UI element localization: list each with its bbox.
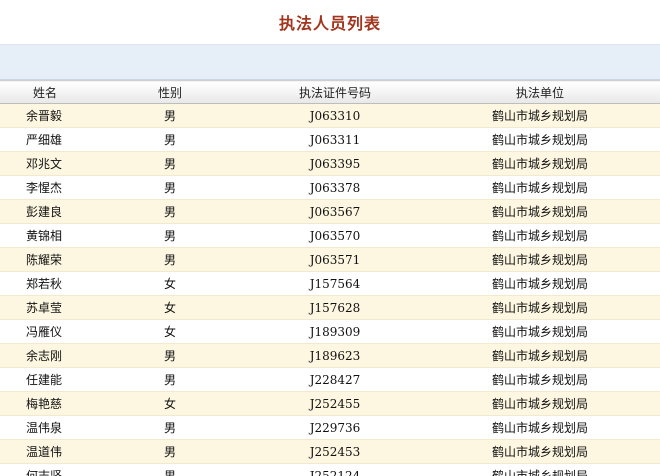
cell-unit: 鹤山市城乡规划局	[420, 199, 660, 224]
toolbar-strip	[0, 45, 660, 80]
cell-cert-number: J157564	[250, 271, 420, 296]
cell-gender: 女	[90, 295, 250, 320]
column-header-unit[interactable]: 执法单位	[420, 80, 660, 104]
cell-unit: 鹤山市城乡规划局	[420, 463, 660, 476]
cell-unit: 鹤山市城乡规划局	[420, 127, 660, 152]
page-title: 执法人员列表	[278, 14, 381, 33]
cell-name: 邓兆文	[0, 151, 90, 176]
cell-unit: 鹤山市城乡规划局	[420, 343, 660, 368]
cell-cert-number: J252453	[250, 439, 420, 464]
cell-cert-number: J189309	[250, 319, 420, 344]
cell-name: 严细雄	[0, 127, 90, 152]
cell-gender: 男	[90, 367, 250, 392]
cell-name: 任建能	[0, 367, 90, 392]
cell-name: 郑若秋	[0, 271, 90, 296]
table-row[interactable]: 余晋毅男 J063310 鹤山市城乡规划局	[0, 103, 660, 128]
cell-gender: 男	[90, 151, 250, 176]
cell-cert-number: J063378	[250, 175, 420, 200]
cell-cert-number: J063570	[250, 223, 420, 248]
cell-unit: 鹤山市城乡规划局	[420, 319, 660, 344]
cell-name: 陈耀荣	[0, 247, 90, 272]
cell-cert-number: J189623	[250, 343, 420, 368]
cell-name: 余志刚	[0, 343, 90, 368]
cell-cert-number: J063571	[250, 247, 420, 272]
cell-unit: 鹤山市城乡规划局	[420, 223, 660, 248]
table-row[interactable]: 李惺杰男 J063378 鹤山市城乡规划局	[0, 175, 660, 200]
cell-cert-number: J157628	[250, 295, 420, 320]
title-bar: 执法人员列表	[0, 0, 660, 45]
page: 执法人员列表 姓名 性别 执法证件号码 执法单位 余晋毅男 J063310 鹤山市城…	[0, 0, 660, 476]
cell-cert-number: J228427	[250, 367, 420, 392]
cell-cert-number: J229736	[250, 415, 420, 440]
cell-name: 余晋毅	[0, 103, 90, 128]
table-row[interactable]: 苏卓莹女 J157628 鹤山市城乡规划局	[0, 295, 660, 320]
table-row[interactable]: 黄锦相男 J063570 鹤山市城乡规划局	[0, 223, 660, 248]
column-header-gender[interactable]: 性别	[90, 80, 250, 104]
cell-unit: 鹤山市城乡规划局	[420, 151, 660, 176]
cell-name: 苏卓莹	[0, 295, 90, 320]
cell-name: 何志坚	[0, 463, 90, 476]
table-row[interactable]: 邓兆文男 J063395 鹤山市城乡规划局	[0, 151, 660, 176]
cell-unit: 鹤山市城乡规划局	[420, 391, 660, 416]
cell-name: 温伟泉	[0, 415, 90, 440]
cell-cert-number: J252455	[250, 391, 420, 416]
cell-unit: 鹤山市城乡规划局	[420, 439, 660, 464]
table-row[interactable]: 余志刚男 J189623 鹤山市城乡规划局	[0, 343, 660, 368]
cell-unit: 鹤山市城乡规划局	[420, 367, 660, 392]
cell-name: 黄锦相	[0, 223, 90, 248]
cell-cert-number: J063311	[250, 127, 420, 152]
cell-cert-number: J252124	[250, 463, 420, 476]
cell-gender: 女	[90, 391, 250, 416]
cell-cert-number: J063567	[250, 199, 420, 224]
table-row[interactable]: 梅艳慈女 J252455 鹤山市城乡规划局	[0, 391, 660, 416]
cell-unit: 鹤山市城乡规划局	[420, 271, 660, 296]
cell-gender: 男	[90, 415, 250, 440]
cell-unit: 鹤山市城乡规划局	[420, 103, 660, 128]
cell-cert-number: J063310	[250, 103, 420, 128]
cell-gender: 男	[90, 247, 250, 272]
table-row[interactable]: 温伟泉男 J229736 鹤山市城乡规划局	[0, 415, 660, 440]
table-body: 余晋毅男 J063310 鹤山市城乡规划局 严细雄男 J063311 鹤山市城乡规划局 邓兆…	[0, 103, 660, 476]
cell-gender: 男	[90, 223, 250, 248]
column-header-cert[interactable]: 执法证件号码	[250, 80, 420, 104]
table-row[interactable]: 温道伟男 J252453 鹤山市城乡规划局	[0, 439, 660, 464]
column-header-name[interactable]: 姓名	[0, 80, 90, 104]
cell-unit: 鹤山市城乡规划局	[420, 175, 660, 200]
cell-gender: 男	[90, 463, 250, 476]
table-row[interactable]: 郑若秋女 J157564 鹤山市城乡规划局	[0, 271, 660, 296]
cell-gender: 男	[90, 199, 250, 224]
cell-unit: 鹤山市城乡规划局	[420, 247, 660, 272]
table-row[interactable]: 冯雁仪女 J189309 鹤山市城乡规划局	[0, 319, 660, 344]
cell-gender: 男	[90, 103, 250, 128]
personnel-table: 姓名 性别 执法证件号码 执法单位 余晋毅男 J063310 鹤山市城乡规划局 严细雄…	[0, 80, 660, 476]
table-row[interactable]: 何志坚男 J252124 鹤山市城乡规划局	[0, 463, 660, 476]
cell-name: 冯雁仪	[0, 319, 90, 344]
cell-name: 温道伟	[0, 439, 90, 464]
table-row[interactable]: 任建能男 J228427 鹤山市城乡规划局	[0, 367, 660, 392]
table-header-row: 姓名 性别 执法证件号码 执法单位	[0, 80, 660, 104]
cell-gender: 女	[90, 319, 250, 344]
cell-gender: 男	[90, 439, 250, 464]
table-row[interactable]: 陈耀荣男 J063571 鹤山市城乡规划局	[0, 247, 660, 272]
cell-unit: 鹤山市城乡规划局	[420, 295, 660, 320]
cell-cert-number: J063395	[250, 151, 420, 176]
table-row[interactable]: 彭建良男 J063567 鹤山市城乡规划局	[0, 199, 660, 224]
cell-name: 彭建良	[0, 199, 90, 224]
cell-gender: 男	[90, 175, 250, 200]
cell-name: 梅艳慈	[0, 391, 90, 416]
cell-unit: 鹤山市城乡规划局	[420, 415, 660, 440]
table-row[interactable]: 严细雄男 J063311 鹤山市城乡规划局	[0, 127, 660, 152]
cell-gender: 男	[90, 343, 250, 368]
cell-name: 李惺杰	[0, 175, 90, 200]
cell-gender: 女	[90, 271, 250, 296]
cell-gender: 男	[90, 127, 250, 152]
